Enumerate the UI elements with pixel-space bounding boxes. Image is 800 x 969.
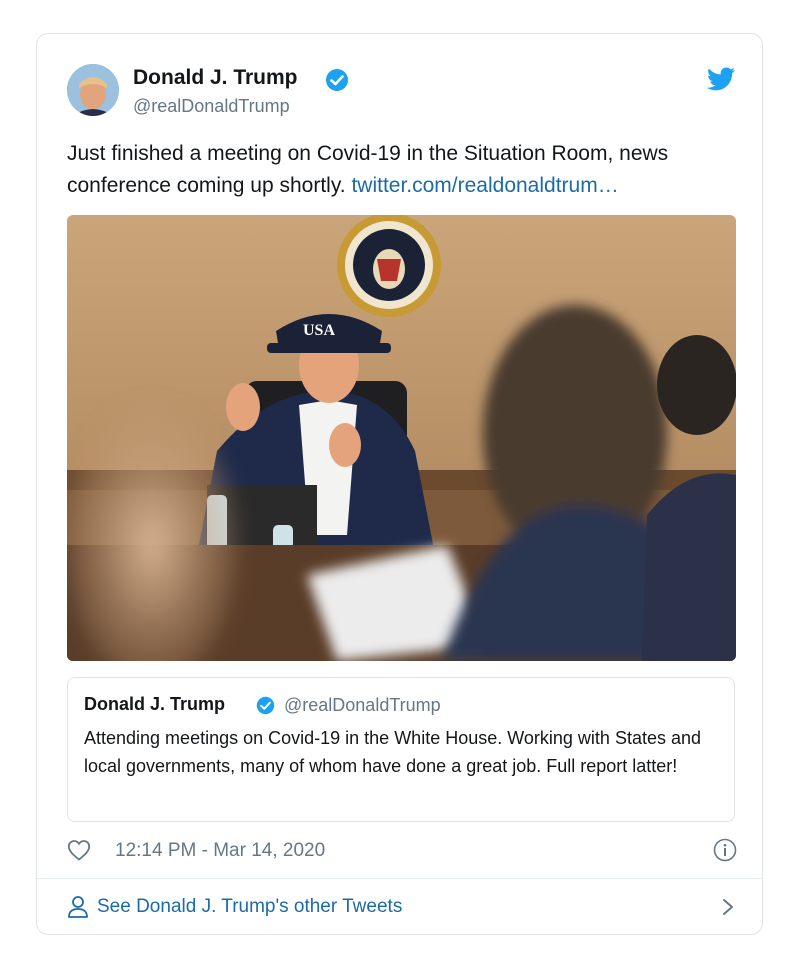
quoted-tweet[interactable]: Donald J. Trump @realDonaldTrump Attendi… xyxy=(67,677,735,822)
quoted-tweet-text: Attending meetings on Covid-19 in the Wh… xyxy=(84,728,702,776)
chevron-right-icon xyxy=(723,899,733,915)
heart-icon[interactable] xyxy=(67,839,91,861)
author-handle[interactable]: @realDonaldTrump xyxy=(133,96,290,117)
situation-room-photo: USA xyxy=(67,215,736,661)
see-other-tweets-link[interactable]: See Donald J. Trump's other Tweets xyxy=(67,891,737,923)
twitter-bird-icon[interactable] xyxy=(707,66,735,92)
quoted-author-name[interactable]: Donald J. Trump xyxy=(84,694,225,715)
see-other-tweets-label[interactable]: See Donald J. Trump's other Tweets xyxy=(97,896,402,918)
embedded-tweet-card: Donald J. Trump @realDonaldTrump Just fi… xyxy=(36,33,763,935)
divider xyxy=(37,878,762,879)
tweet-timestamp[interactable]: 12:14 PM - Mar 14, 2020 xyxy=(115,840,325,862)
tweet-meta: 12:14 PM - Mar 14, 2020 xyxy=(67,837,737,865)
author-avatar[interactable] xyxy=(67,64,119,116)
tweet-photo[interactable]: USA xyxy=(67,215,736,661)
verified-badge-icon xyxy=(256,696,275,715)
cap-text: USA xyxy=(303,322,335,339)
verified-badge-icon xyxy=(326,69,348,91)
author-name[interactable]: Donald J. Trump xyxy=(133,66,298,90)
tweet-text: Just finished a meeting on Covid-19 in t… xyxy=(67,138,747,202)
info-icon[interactable] xyxy=(713,838,737,862)
quoted-author-handle[interactable]: @realDonaldTrump xyxy=(284,695,441,716)
person-icon xyxy=(68,896,88,918)
tweet-link[interactable]: twitter.com/realdonaldtrum… xyxy=(351,174,618,197)
